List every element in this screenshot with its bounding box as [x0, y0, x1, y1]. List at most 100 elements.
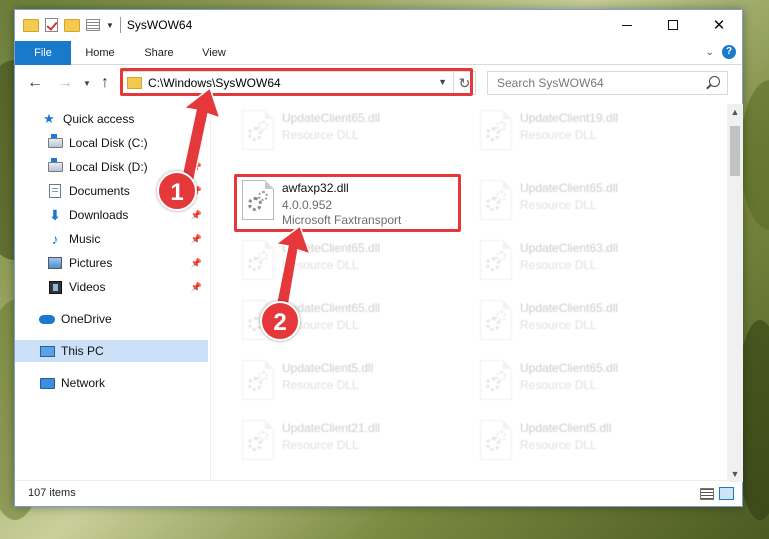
file-item[interactable]: UpdateClient19.dll Resource DLL [472, 106, 692, 154]
sidebar-item-label: Pictures [69, 256, 113, 270]
search-input[interactable]: Search SysWOW64 [487, 71, 728, 95]
star-icon: ★ [43, 111, 55, 126]
network-icon [39, 377, 55, 389]
sidebar-item-local-disk-c[interactable]: Local Disk (C:) 📌 [15, 132, 208, 154]
file-type: Resource DLL [520, 318, 597, 332]
dll-file-icon [480, 240, 512, 280]
file-item[interactable]: UpdateClient63.dll Resource DLL [472, 236, 692, 284]
sidebar-item-label: Network [61, 376, 106, 390]
up-arrow-icon[interactable]: ↑ [101, 74, 109, 92]
file-name: UpdateClient65.dll [520, 301, 619, 315]
file-type: Resource DLL [520, 128, 597, 142]
file-item[interactable]: UpdateClient65.dll Resource DLL [472, 356, 692, 404]
file-type: Resource DLL [520, 438, 597, 452]
minimize-button[interactable] [604, 10, 650, 40]
sidebar-item-label: Videos [69, 280, 106, 294]
highlighted-file-outline [234, 174, 461, 232]
dll-file-icon [480, 360, 512, 400]
file-name: UpdateClient65.dll [282, 111, 381, 125]
drive-icon [47, 158, 63, 172]
sidebar-item-pictures[interactable]: Pictures 📌 [15, 252, 208, 274]
pictures-icon [48, 257, 62, 269]
forward-arrow-icon[interactable]: → [57, 74, 73, 92]
maximize-button[interactable] [650, 10, 696, 40]
search-placeholder: Search SysWOW64 [497, 76, 604, 90]
drive-icon [47, 134, 63, 148]
tab-view[interactable]: View [194, 41, 234, 65]
scroll-up-icon[interactable]: ▲ [727, 104, 743, 120]
title-bar: ▼ SysWOW64 ✕ [15, 10, 742, 41]
folder-icon [23, 18, 39, 32]
file-type: Resource DLL [282, 378, 359, 392]
sidebar-item-label: Local Disk (C:) [69, 136, 148, 150]
ribbon-right-controls: ⌄ ? [706, 45, 736, 59]
tab-home[interactable]: Home [78, 41, 122, 65]
sidebar-item-label: OneDrive [61, 312, 112, 326]
file-type: Resource DLL [282, 258, 359, 272]
sidebar-item-label: Documents [69, 184, 130, 198]
file-name: UpdateClient5.dll [520, 421, 612, 435]
close-button[interactable]: ✕ [696, 10, 742, 40]
dll-file-icon [480, 300, 512, 340]
pin-icon[interactable]: 📌 [191, 258, 202, 269]
onedrive-icon [39, 314, 55, 324]
sidebar-item-videos[interactable]: Videos 📌 [15, 276, 208, 298]
help-icon[interactable]: ? [722, 45, 736, 59]
file-list: UpdateClient65.dll Resource DLL awfaxp32… [212, 104, 726, 482]
file-type: Resource DLL [282, 128, 359, 142]
dll-file-icon [480, 180, 512, 220]
file-name: UpdateClient65.dll [282, 241, 381, 255]
sidebar-item-label: Music [69, 232, 101, 246]
sidebar-item-onedrive[interactable]: OneDrive [15, 308, 208, 330]
details-view-icon[interactable] [700, 488, 714, 500]
tab-share[interactable]: Share [137, 41, 181, 65]
sidebar-item-label: Downloads [69, 208, 129, 222]
pin-icon[interactable]: 📌 [191, 282, 202, 293]
file-item[interactable]: UpdateClient5.dll Resource DLL [234, 356, 454, 404]
pin-icon[interactable]: 📌 [191, 138, 202, 149]
maximize-icon [668, 20, 678, 30]
file-item[interactable]: UpdateClient65.dll Resource DLL [472, 176, 692, 224]
sidebar-item-this-pc[interactable]: This PC [15, 340, 208, 362]
sidebar-item-label: This PC [61, 344, 104, 358]
sidebar-item-label: Quick access [63, 112, 135, 126]
vertical-scrollbar[interactable]: ▲ ▼ [727, 104, 743, 482]
scrollbar-thumb[interactable] [730, 126, 740, 176]
pin-icon[interactable]: 📌 [191, 210, 202, 221]
expand-ribbon-chevron-icon[interactable]: ⌄ [706, 47, 714, 58]
file-item[interactable]: UpdateClient65.dll Resource DLL [234, 236, 454, 284]
file-item[interactable]: UpdateClient5.dll Resource DLL [472, 416, 692, 464]
sidebar-item-music[interactable]: ♪ Music 📌 [15, 228, 208, 250]
properties-check-icon[interactable] [45, 18, 58, 32]
file-name: UpdateClient65.dll [520, 181, 619, 195]
sidebar-item-network[interactable]: Network [15, 372, 208, 394]
file-name: UpdateClient65.dll [520, 361, 619, 375]
ribbon-tabs: File Home Share View ⌄ ? [15, 41, 742, 65]
window-title: SysWOW64 [126, 18, 193, 32]
new-folder-icon[interactable] [64, 18, 80, 32]
file-item[interactable]: UpdateClient65.dll Resource DLL [472, 296, 692, 344]
quick-access-toolbar: ▼ SysWOW64 [23, 17, 192, 33]
file-type: Resource DLL [520, 378, 597, 392]
music-icon: ♪ [51, 231, 59, 247]
callout-badge-1: 1 [157, 171, 197, 211]
address-bar-highlight [120, 68, 473, 96]
properties-icon[interactable] [86, 19, 100, 31]
back-arrow-icon[interactable]: ← [27, 74, 43, 92]
file-name: UpdateClient63.dll [520, 241, 619, 255]
recent-locations-chevron-icon[interactable]: ▼ [83, 79, 91, 88]
file-item[interactable]: UpdateClient21.dll Resource DLL [234, 416, 454, 464]
callout-badge-2: 2 [260, 301, 300, 341]
item-count: 107 items [28, 487, 76, 499]
status-bar: 107 items [15, 480, 742, 506]
large-icons-view-icon[interactable] [719, 487, 734, 500]
pin-icon[interactable]: 📌 [191, 162, 202, 173]
dll-file-icon [242, 360, 274, 400]
pin-icon[interactable]: 📌 [191, 234, 202, 245]
sidebar-item-quick-access[interactable]: ★ Quick access [15, 108, 208, 130]
customize-toolbar-chevron-icon[interactable]: ▼ [106, 21, 114, 30]
file-item[interactable]: UpdateClient65.dll Resource DLL [234, 106, 454, 154]
file-type: Resource DLL [282, 438, 359, 452]
dll-file-icon [480, 110, 512, 150]
tab-file[interactable]: File [15, 41, 71, 65]
